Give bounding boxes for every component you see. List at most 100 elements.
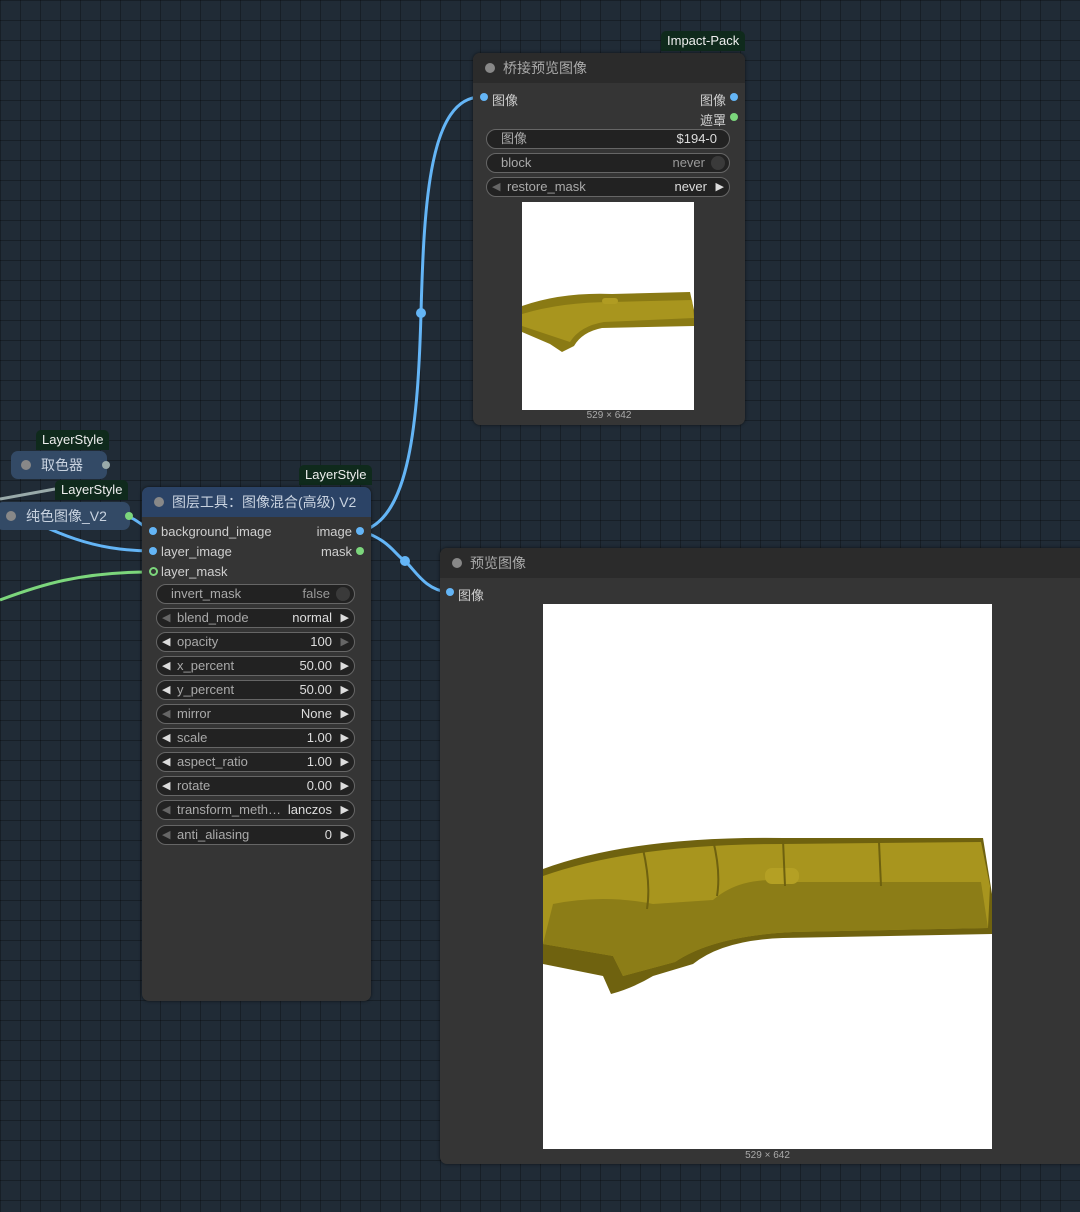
widget-value: 0.00 [306,778,332,793]
node-tag-layerstyle: LayerStyle [299,465,373,485]
color-picker-node[interactable]: 取色器 [11,451,110,479]
widget-value: lanczos [287,802,332,817]
left-arrow-icon[interactable]: ◀ [162,705,170,723]
preview-image-node[interactable]: 预览图像 图像 529 × 642 [440,548,1080,1164]
left-arrow-icon[interactable]: ◀ [162,753,170,771]
output-socket-icon[interactable] [125,512,133,520]
wire-reroute-dot[interactable] [416,308,426,318]
blend-node-header[interactable]: 图层工具：图像混合(高级) V2 [142,487,371,517]
input-socket-icon[interactable] [446,588,454,596]
widget-label: opacity [177,634,219,649]
bridge-output-mask[interactable]: 遮罩 [700,110,738,129]
widget-label: mirror [177,706,211,721]
input-socket-icon[interactable] [149,527,157,535]
output-socket-icon[interactable] [730,93,738,101]
widget-value: 50.00 [299,682,332,697]
image-blend-node[interactable]: 图层工具：图像混合(高级) V2 background_image layer_… [142,487,371,1001]
widget-label: 图像 [501,131,528,146]
widget-aspect-ratio[interactable]: ◀ aspect_ratio 1.00 ▶ [156,752,355,772]
output-socket-icon[interactable] [102,461,110,469]
widget-y-percent[interactable]: ◀ y_percent 50.00 ▶ [156,680,355,700]
widget-anti-aliasing[interactable]: ◀ anti_aliasing 0 ▶ [156,825,355,845]
widget-value: never [674,179,707,194]
widget-value: never [672,155,705,170]
wire-reroute-dot[interactable] [400,556,410,566]
widget-transform-method[interactable]: ◀ transform_meth… lanczos ▶ [156,800,355,820]
widget-mirror[interactable]: ◀ mirror None ▶ [156,704,355,724]
right-arrow-icon[interactable]: ▶ [341,753,349,771]
blend-output-mask[interactable]: mask [321,544,364,559]
blend-output-image[interactable]: image [316,524,364,539]
right-arrow-icon[interactable]: ▶ [341,729,349,747]
right-arrow-icon[interactable]: ▶ [341,681,349,699]
right-arrow-icon[interactable]: ▶ [341,609,349,627]
widget-value: 100 [310,634,332,649]
right-arrow-icon[interactable]: ▶ [341,826,349,844]
bridge-widget-image[interactable]: 图像 $194-0 [486,129,730,149]
bridge-output-image[interactable]: 图像 [700,90,738,109]
widget-label: transform_meth… [177,802,282,817]
left-arrow-icon[interactable]: ◀ [162,729,170,747]
widget-label: anti_aliasing [177,827,250,842]
widget-label: aspect_ratio [177,754,248,769]
input-socket-icon[interactable] [480,93,488,101]
status-dot-icon [6,511,16,521]
bridge-node-header[interactable]: 桥接预览图像 [473,53,745,83]
toggle-knob-icon[interactable] [336,587,350,601]
widget-label: y_percent [177,682,235,697]
status-dot-icon [154,497,164,507]
left-arrow-icon[interactable]: ◀ [162,826,170,844]
wire-to-layer-mask[interactable] [0,570,152,602]
output-socket-icon[interactable] [356,547,364,555]
bridge-widget-block[interactable]: block never [486,153,730,173]
widget-scale[interactable]: ◀ scale 1.00 ▶ [156,728,355,748]
widget-value: None [300,706,332,721]
widget-label: x_percent [177,658,235,673]
widget-blend-mode[interactable]: ◀ blend_mode normal ▶ [156,608,355,628]
blend-input-layer-mask[interactable]: layer_mask [149,564,228,579]
blend-input-layer-image[interactable]: layer_image [149,544,232,559]
slot-label: image [316,524,352,539]
right-arrow-icon[interactable]: ▶ [341,657,349,675]
bridge-preview-image [522,202,694,410]
left-arrow-icon[interactable]: ◀ [162,633,170,651]
preview-input-image[interactable]: 图像 [446,585,484,604]
widget-x-percent[interactable]: ◀ x_percent 50.00 ▶ [156,656,355,676]
bridge-input-image[interactable]: 图像 [480,90,518,109]
input-socket-icon[interactable] [149,567,158,576]
toggle-knob-icon[interactable] [711,156,725,170]
widget-invert-mask[interactable]: invert_mask false [156,584,355,604]
widget-opacity[interactable]: ◀ opacity 100 ▶ [156,632,355,652]
left-arrow-icon[interactable]: ◀ [162,801,170,819]
widget-label: blend_mode [177,610,249,625]
status-dot-icon [21,460,31,470]
right-arrow-icon[interactable]: ▶ [716,178,724,196]
output-socket-icon[interactable] [730,113,738,121]
sofa-image [543,837,992,994]
right-arrow-icon[interactable]: ▶ [341,777,349,795]
left-arrow-icon[interactable]: ◀ [492,178,500,196]
node-tag-layerstyle: LayerStyle [36,430,110,450]
right-arrow-icon[interactable]: ▶ [341,633,349,651]
right-arrow-icon[interactable]: ▶ [341,705,349,723]
widget-value: $194-0 [676,131,717,146]
left-arrow-icon[interactable]: ◀ [162,657,170,675]
right-arrow-icon[interactable]: ▶ [341,801,349,819]
bridge-preview-node[interactable]: 桥接预览图像 图像 图像 遮罩 图像 $194-0 block never ◀ … [473,53,745,425]
blend-node-title: 图层工具：图像混合(高级) V2 [172,494,357,510]
wire-color-to-solid[interactable] [0,487,56,501]
left-arrow-icon[interactable]: ◀ [162,609,170,627]
slot-label: layer_mask [161,564,228,579]
output-socket-icon[interactable] [356,527,364,535]
blend-input-background-image[interactable]: background_image [149,524,272,539]
input-socket-icon[interactable] [149,547,157,555]
bridge-widget-restore-mask[interactable]: ◀ restore_mask never ▶ [486,177,730,197]
left-arrow-icon[interactable]: ◀ [162,681,170,699]
left-arrow-icon[interactable]: ◀ [162,777,170,795]
sofa-image [522,292,694,352]
widget-value: normal [292,610,332,625]
widget-rotate[interactable]: ◀ rotate 0.00 ▶ [156,776,355,796]
solid-image-node[interactable]: 纯色图像_V2 [0,502,133,530]
preview-node-header[interactable]: 预览图像 [440,548,1080,578]
widget-label: restore_mask [507,179,586,194]
